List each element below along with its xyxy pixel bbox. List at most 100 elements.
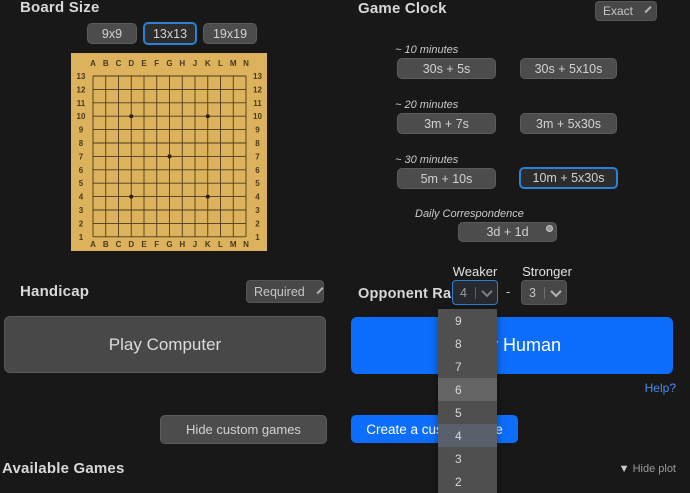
clock-3d-1d-label: 3d + 1d: [486, 225, 528, 239]
rank-option-5[interactable]: 5: [438, 401, 497, 424]
svg-text:13: 13: [253, 72, 262, 81]
select-separator: [544, 287, 545, 299]
svg-text:8: 8: [255, 139, 260, 148]
svg-text:7: 7: [79, 152, 84, 161]
svg-text:13: 13: [77, 72, 86, 81]
svg-text:M: M: [230, 240, 237, 249]
stronger-rank-select[interactable]: 3: [521, 280, 567, 305]
time-group-10min-label: ~ 10 minutes: [395, 44, 458, 56]
clock-3m-5x30s-button[interactable]: 3m + 5x30s: [520, 113, 617, 134]
board-size-title: Board Size: [20, 0, 100, 16]
rank-option-2[interactable]: 2: [438, 470, 497, 493]
svg-text:D: D: [128, 240, 134, 249]
go-board-preview[interactable]: AA1313BB1212CC1111DD1010EE99FF88GG77HH66…: [71, 53, 267, 251]
svg-text:5: 5: [255, 179, 260, 188]
svg-text:N: N: [243, 240, 249, 249]
help-link[interactable]: Help?: [645, 381, 676, 395]
chevron-down-icon: [481, 285, 492, 296]
clock-3m-7s-button[interactable]: 3m + 7s: [397, 113, 496, 134]
chevron-down-icon: [550, 285, 561, 296]
svg-text:E: E: [141, 240, 147, 249]
board-size-9x9-button[interactable]: 9x9: [87, 23, 137, 44]
svg-text:H: H: [179, 59, 185, 68]
chevron-down-icon: [316, 287, 323, 294]
svg-text:E: E: [141, 59, 147, 68]
svg-text:L: L: [218, 240, 223, 249]
svg-text:7: 7: [255, 152, 260, 161]
hide-plot-label: Hide plot: [633, 463, 676, 475]
svg-text:D: D: [128, 59, 134, 68]
hide-custom-games-button[interactable]: Hide custom games: [160, 415, 327, 444]
svg-text:K: K: [205, 59, 211, 68]
svg-text:3: 3: [255, 206, 260, 215]
rank-range-separator: -: [506, 284, 510, 299]
svg-text:F: F: [154, 59, 159, 68]
rank-option-9[interactable]: 9: [438, 309, 497, 332]
svg-text:11: 11: [77, 99, 86, 108]
rank-option-6[interactable]: 6: [438, 378, 497, 401]
weaker-rank-dropdown: 9 8 7 6 5 4 3 2: [438, 309, 497, 493]
handicap-label: Handicap: [20, 283, 89, 300]
chevron-down-icon: [644, 6, 651, 13]
triangle-down-icon: ▼: [619, 463, 630, 475]
time-group-20min-label: ~ 20 minutes: [395, 99, 458, 111]
svg-text:1: 1: [255, 233, 260, 242]
weaker-rank-select[interactable]: 4: [452, 280, 498, 305]
svg-text:2: 2: [79, 219, 84, 228]
svg-text:5: 5: [79, 179, 84, 188]
svg-text:B: B: [103, 59, 109, 68]
clock-30s-5x10s-button[interactable]: 30s + 5x10s: [520, 58, 617, 79]
svg-text:12: 12: [77, 85, 86, 94]
svg-text:4: 4: [255, 193, 260, 202]
handicap-select[interactable]: Required: [246, 280, 324, 303]
handicap-select-value: Required: [254, 285, 305, 299]
available-games-title: Available Games: [2, 460, 125, 477]
play-human-button[interactable]: Play Human: [351, 317, 673, 374]
svg-text:F: F: [154, 240, 159, 249]
svg-text:M: M: [230, 59, 237, 68]
svg-text:11: 11: [253, 99, 262, 108]
board-size-19x19-button[interactable]: 19x19: [203, 23, 257, 44]
hide-plot-toggle[interactable]: ▼ Hide plot: [619, 463, 676, 475]
svg-text:3: 3: [79, 206, 84, 215]
svg-text:6: 6: [255, 166, 260, 175]
rank-option-4[interactable]: 4: [438, 424, 497, 447]
rank-option-8[interactable]: 8: [438, 332, 497, 355]
svg-text:C: C: [116, 59, 122, 68]
clock-speed-value: Exact: [603, 4, 633, 18]
clock-5m-10s-button[interactable]: 5m + 10s: [397, 168, 496, 189]
svg-text:A: A: [90, 59, 96, 68]
svg-text:L: L: [218, 59, 223, 68]
svg-text:B: B: [103, 240, 109, 249]
svg-text:9: 9: [79, 126, 84, 135]
rank-option-7[interactable]: 7: [438, 355, 497, 378]
svg-text:2: 2: [255, 219, 260, 228]
svg-text:K: K: [205, 240, 211, 249]
svg-text:12: 12: [253, 85, 262, 94]
svg-text:1: 1: [79, 233, 84, 242]
svg-text:6: 6: [79, 166, 84, 175]
svg-text:C: C: [116, 240, 122, 249]
stronger-rank-value: 3: [528, 286, 537, 300]
play-computer-button[interactable]: Play Computer: [4, 316, 326, 373]
daily-correspondence-label: Daily Correspondence: [415, 208, 524, 220]
info-dot-icon: [546, 225, 553, 232]
weaker-label: Weaker: [452, 264, 498, 279]
select-separator: [475, 287, 476, 299]
svg-text:10: 10: [253, 112, 262, 121]
svg-text:4: 4: [79, 193, 84, 202]
time-group-30min-label: ~ 30 minutes: [395, 154, 458, 166]
svg-text:8: 8: [79, 139, 84, 148]
clock-30s-5s-button[interactable]: 30s + 5s: [397, 58, 496, 79]
clock-3d-1d-button[interactable]: 3d + 1d: [458, 222, 557, 242]
svg-text:G: G: [166, 59, 172, 68]
svg-text:J: J: [193, 59, 197, 68]
clock-speed-select[interactable]: Exact: [595, 1, 657, 21]
svg-text:9: 9: [255, 126, 260, 135]
board-size-13x13-button[interactable]: 13x13: [143, 22, 197, 45]
rank-option-3[interactable]: 3: [438, 447, 497, 470]
clock-10m-5x30s-button[interactable]: 10m + 5x30s: [519, 167, 618, 189]
weaker-rank-value: 4: [459, 286, 468, 300]
svg-text:N: N: [243, 59, 249, 68]
svg-text:J: J: [193, 240, 197, 249]
